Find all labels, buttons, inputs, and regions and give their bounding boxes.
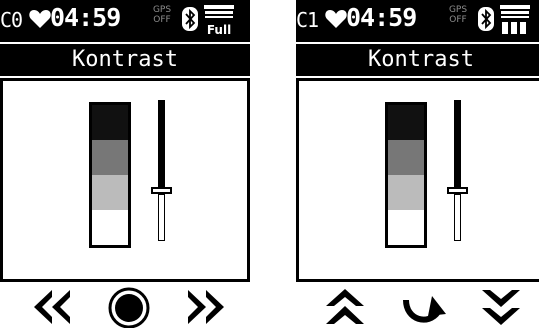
screen-title: Kontrast	[368, 47, 474, 72]
select-button[interactable]	[104, 286, 154, 328]
contrast-slider-thumb[interactable]	[151, 187, 172, 195]
swatch-step-white	[92, 210, 128, 245]
gps-label: GPS	[152, 5, 172, 15]
contrast-slider-lower	[454, 194, 461, 241]
swatch-step-dark-gray	[92, 140, 128, 175]
contrast-slider-thumb[interactable]	[447, 187, 468, 195]
bluetooth-icon	[182, 7, 198, 31]
back-button[interactable]	[398, 286, 448, 328]
mode-label: C1	[296, 8, 319, 32]
double-down-icon	[482, 290, 520, 325]
contrast-panel	[296, 78, 539, 282]
gps-state-label: OFF	[449, 15, 467, 25]
circle-icon	[108, 287, 150, 328]
title-bar: Kontrast	[0, 42, 250, 76]
swatch-step-dark-gray	[388, 140, 424, 175]
swatch-step-black	[92, 105, 128, 140]
bluetooth-icon	[478, 7, 494, 31]
rewind-button[interactable]	[28, 286, 78, 328]
contrast-panel	[0, 78, 250, 282]
double-up-icon	[326, 289, 364, 324]
curved-return-icon	[403, 296, 446, 323]
device-screen-right: C1 04:59 GPS OFF Kontrast	[296, 0, 539, 328]
title-bar: Kontrast	[296, 42, 539, 76]
fast-forward-button[interactable]	[180, 286, 230, 328]
contrast-swatch	[385, 102, 427, 248]
swatch-step-black	[388, 105, 424, 140]
battery-status-label: Full	[207, 23, 231, 37]
screen-title: Kontrast	[72, 47, 178, 72]
contrast-slider-lower	[158, 194, 165, 241]
fast-forward-icon	[188, 290, 224, 324]
swatch-step-white	[388, 210, 424, 245]
swatch-step-light-gray	[388, 175, 424, 210]
gps-indicator: GPS OFF	[150, 5, 174, 25]
battery-icon	[500, 5, 530, 34]
gps-label: GPS	[448, 5, 468, 15]
swatch-step-light-gray	[92, 175, 128, 210]
rewind-icon	[34, 290, 70, 324]
contrast-swatch	[89, 102, 131, 248]
heart-icon	[29, 10, 51, 28]
gps-state-label: OFF	[153, 15, 171, 25]
time-label: 04:59	[50, 3, 121, 32]
mode-label: C0	[0, 8, 23, 32]
scroll-up-button[interactable]	[320, 286, 370, 328]
heart-icon	[325, 10, 347, 28]
scroll-down-button[interactable]	[476, 286, 526, 328]
device-screen-left: C0 04:59 GPS OFF Full Kontrast	[0, 0, 250, 328]
time-label: 04:59	[346, 3, 417, 32]
status-bar: C1 04:59 GPS OFF	[296, 0, 539, 42]
battery-icon: Full	[204, 5, 234, 37]
status-bar: C0 04:59 GPS OFF Full	[0, 0, 250, 42]
gps-indicator: GPS OFF	[446, 5, 470, 25]
